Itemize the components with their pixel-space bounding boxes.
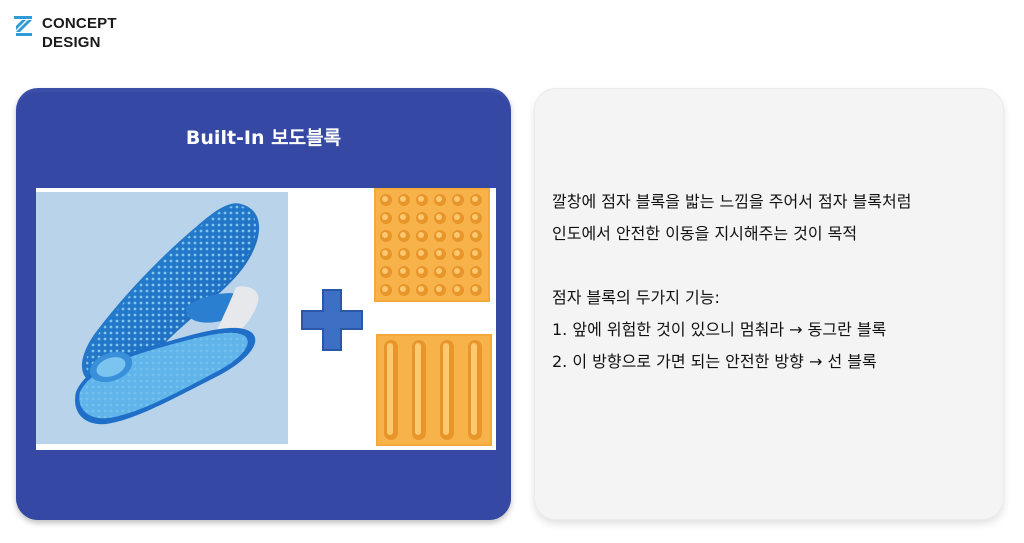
- logo-line-1: CONCEPT: [42, 15, 117, 32]
- description-line: 점자 블록의 두가지 기능:: [552, 288, 720, 307]
- description-line: 2. 이 방향으로 가면 되는 안전한 방향 → 선 블록: [552, 352, 877, 371]
- insole-image: [36, 192, 288, 444]
- description-line: 깔창에 점자 블록을 밟는 느낌을 주어서 점자 블록처럼: [552, 192, 912, 211]
- concept-card: Built-In 보도블록: [16, 88, 511, 520]
- description-line: 인도에서 안전한 이동을 지시해주는 것이 목적: [552, 224, 858, 243]
- logo-line-2: DESIGN: [42, 34, 101, 51]
- description-text: 깔창에 점자 블록을 밟는 느낌을 주어서 점자 블록처럼 인도에서 안전한 이…: [552, 186, 992, 378]
- dot-tactile-block-image: [374, 188, 490, 302]
- card-title: Built-In 보도블록: [185, 127, 342, 149]
- description-line: 1. 앞에 위험한 것이 있으니 멈춰라 → 동그란 블록: [552, 320, 887, 339]
- logo: CONCEPT DESIGN: [14, 14, 117, 52]
- logo-text: CONCEPT DESIGN: [42, 14, 117, 52]
- line-tactile-block-image: [376, 334, 492, 446]
- diagonal-stripes-icon: [14, 16, 32, 36]
- concept-card-body: Built-In 보도블록: [16, 92, 511, 520]
- plus-icon: [301, 289, 363, 351]
- concept-image-panel: [36, 188, 496, 450]
